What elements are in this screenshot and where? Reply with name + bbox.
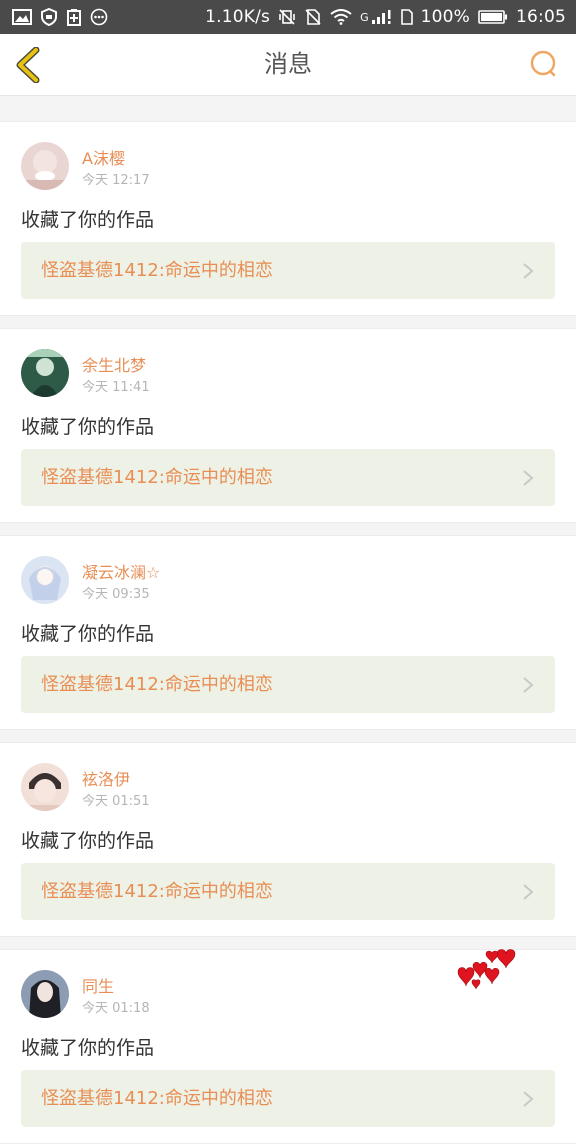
page-title: 消息 (264, 50, 312, 78)
search-button[interactable] (528, 48, 560, 80)
status-bar: 1.10K/s G 100% 16:05 (0, 0, 576, 34)
username[interactable]: 袨洛伊 (82, 766, 130, 790)
image-icon (12, 9, 32, 25)
wifi-icon (330, 9, 352, 25)
signal-icon (371, 9, 393, 25)
avatar[interactable] (21, 349, 69, 397)
chevron-right-icon (523, 677, 534, 693)
message-card: 余生北梦 今天 11:41 收藏了你的作品 怪盗基德1412:命运中的相恋 (0, 328, 576, 523)
message-time: 今天 11:41 (82, 380, 150, 395)
chevron-right-icon (523, 884, 534, 900)
battery-icon (478, 9, 508, 25)
work-title: 怪盗基德1412:命运中的相恋 (41, 467, 273, 488)
message-time: 今天 01:18 (82, 1001, 150, 1016)
network-type-label: G (360, 10, 369, 24)
message-time: 今天 09:35 (82, 587, 150, 602)
navigation-bar: 消息 (0, 34, 576, 96)
message-card: 袨洛伊 今天 01:51 收藏了你的作品 怪盗基德1412:命运中的相恋 (0, 742, 576, 937)
chevron-right-icon (523, 1091, 534, 1107)
username[interactable]: 余生北梦 (82, 352, 146, 376)
work-link[interactable]: 怪盗基德1412:命运中的相恋 (21, 449, 555, 506)
battery-saver-icon (66, 8, 82, 26)
action-text: 收藏了你的作品 (21, 1037, 155, 1059)
clock: 16:05 (516, 7, 566, 27)
action-text: 收藏了你的作品 (21, 209, 155, 231)
work-title: 怪盗基德1412:命运中的相恋 (41, 674, 273, 695)
action-text: 收藏了你的作品 (21, 623, 155, 645)
message-card: A沫樱 今天 12:17 收藏了你的作品 怪盗基德1412:命运中的相恋 (0, 121, 576, 316)
sim-card-icon (400, 9, 413, 25)
message-time: 今天 01:51 (82, 794, 150, 809)
username[interactable]: 同生 (82, 973, 114, 997)
chevron-right-icon (523, 263, 534, 279)
search-icon (530, 50, 556, 77)
avatar[interactable] (21, 142, 69, 190)
shield-icon (40, 8, 58, 26)
vibrate-off-icon (278, 8, 296, 26)
username[interactable]: 凝云冰澜☆ (82, 559, 160, 583)
username[interactable]: A沫樱 (82, 145, 125, 169)
hearts-icon[interactable] (452, 942, 522, 992)
avatar[interactable] (21, 556, 69, 604)
message-time: 今天 12:17 (82, 173, 150, 188)
work-link[interactable]: 怪盗基德1412:命运中的相恋 (21, 656, 555, 713)
work-link[interactable]: 怪盗基德1412:命运中的相恋 (21, 1070, 555, 1127)
chevron-right-icon (523, 470, 534, 486)
status-bar-right: 1.10K/s G 100% 16:05 (205, 7, 566, 27)
list-top-spacer (0, 96, 576, 121)
work-title: 怪盗基德1412:命运中的相恋 (41, 881, 273, 902)
action-text: 收藏了你的作品 (21, 416, 155, 438)
action-text: 收藏了你的作品 (21, 830, 155, 852)
no-sim-icon (304, 8, 322, 26)
work-link[interactable]: 怪盗基德1412:命运中的相恋 (21, 242, 555, 299)
network-speed: 1.10K/s (205, 7, 271, 27)
work-title: 怪盗基德1412:命运中的相恋 (41, 260, 273, 281)
message-card: 凝云冰澜☆ 今天 09:35 收藏了你的作品 怪盗基德1412:命运中的相恋 (0, 535, 576, 730)
more-icon (90, 8, 108, 26)
battery-percentage: 100% (420, 7, 470, 27)
avatar[interactable] (21, 970, 69, 1018)
status-bar-left (12, 8, 108, 26)
avatar[interactable] (21, 763, 69, 811)
work-title: 怪盗基德1412:命运中的相恋 (41, 1088, 273, 1109)
work-link[interactable]: 怪盗基德1412:命运中的相恋 (21, 863, 555, 920)
